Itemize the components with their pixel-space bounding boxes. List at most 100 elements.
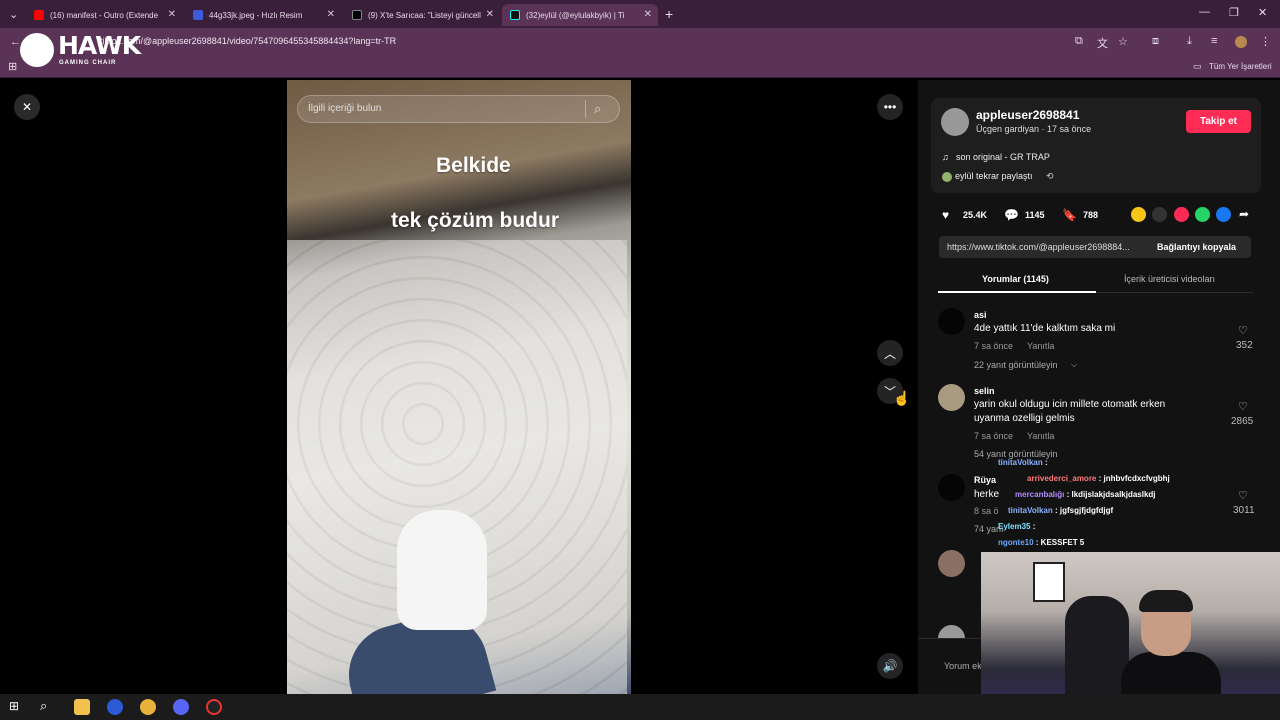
image-icon: [193, 10, 203, 20]
save-count: 788: [1083, 210, 1099, 220]
tab-image[interactable]: 44g33jk.jpeg - Hızlı Resim ✕: [185, 4, 341, 26]
video-caption-line1: Belkide: [436, 154, 511, 177]
chat-user: tinitaVolkan: [998, 458, 1043, 467]
coin-share-icon[interactable]: [1131, 207, 1146, 222]
minimize-icon[interactable]: —: [1199, 6, 1210, 18]
comment-time: 7 sa önce: [974, 341, 1014, 351]
search-icon[interactable]: ⌕: [594, 101, 601, 117]
comment-text: yarin okul oldugu icin millete otomatk e…: [974, 399, 1166, 410]
chat-text: : jnhbvfcdxcfvgbhj: [1098, 474, 1170, 483]
search-divider: [585, 100, 586, 118]
comment-avatar[interactable]: [938, 384, 965, 411]
tab-label: 44g33jk.jpeg - Hızlı Resim: [209, 10, 303, 20]
tab-youtube[interactable]: (16) manifest - Outro (Extende ✕: [26, 4, 182, 26]
tiktok-icon: [510, 10, 520, 20]
comment-avatar[interactable]: [938, 474, 965, 501]
comment-like-icon[interactable]: ♡: [1238, 489, 1248, 502]
hawk-brand: HAWK: [58, 31, 141, 60]
embed-icon[interactable]: [1152, 207, 1167, 222]
chat-user: arrivederci_amore: [1027, 474, 1097, 483]
extensions-icon[interactable]: ⧈: [1152, 35, 1159, 48]
follow-button[interactable]: Takip et: [1186, 110, 1251, 133]
search-taskbar-icon[interactable]: ⌕: [40, 698, 47, 714]
new-tab-icon[interactable]: +: [665, 6, 673, 22]
previous-video-button[interactable]: ︿: [877, 340, 903, 366]
facebook-icon[interactable]: [1216, 207, 1231, 222]
like-count: 25.4K: [963, 210, 988, 220]
restore-icon[interactable]: ❐: [1229, 6, 1239, 19]
install-icon[interactable]: ⧉: [1075, 35, 1083, 48]
share-arrow-icon[interactable]: ➦: [1239, 207, 1249, 221]
tab-label: (9) X'te Sarıcaa: "Listeyi güncell: [368, 10, 481, 20]
apps-icon[interactable]: ⊞: [8, 60, 17, 73]
tab-tiktok[interactable]: (32)eylül (@eylulakbyik) | Ti ✕: [502, 4, 658, 26]
windows-start-icon[interactable]: ⊞: [9, 699, 19, 713]
whatsapp-icon[interactable]: [1195, 207, 1210, 222]
star-icon[interactable]: ☆: [1118, 35, 1128, 48]
close-tab-icon[interactable]: ✕: [168, 9, 176, 20]
chat-message: ngonte10 : KESSFET 5: [998, 538, 1084, 547]
comment-input[interactable]: Yorum ek: [944, 661, 982, 671]
comment-count: 1145: [1025, 210, 1045, 220]
comment-text: herke: [974, 489, 1000, 500]
video-caption-line2: tek çözüm budur: [391, 209, 560, 232]
music-note-icon: ♫: [942, 152, 949, 162]
download-icon[interactable]: ⤓: [1187, 35, 1192, 48]
close-tab-icon[interactable]: ✕: [486, 9, 494, 20]
chat-text: :: [1044, 458, 1048, 467]
more-options-button[interactable]: •••: [877, 94, 903, 120]
video-frame-foot: [397, 510, 487, 630]
wall-picture: [1033, 562, 1065, 602]
reply-button[interactable]: Yanıtla: [1027, 431, 1054, 441]
tab-search-icon[interactable]: ⌄: [9, 8, 18, 21]
folder-icon: ▭: [1193, 61, 1202, 71]
repost-avatar: [942, 172, 952, 182]
send-icon[interactable]: [1174, 207, 1189, 222]
close-video-button[interactable]: ✕: [14, 94, 40, 120]
comment-text: 4de yattık 11'de kalktım saka mi: [974, 323, 1116, 334]
repost-icon: ⟲: [1046, 171, 1054, 181]
view-replies[interactable]: 22 yanıt görüntüleyin: [974, 360, 1058, 370]
tab-creator-videos[interactable]: İçerik üreticisi videoları: [1124, 274, 1215, 284]
comment-avatar[interactable]: [938, 308, 965, 335]
chrome-icon[interactable]: [140, 699, 156, 715]
media-icon[interactable]: ≡: [1211, 35, 1217, 47]
active-tab-indicator: [938, 291, 1096, 293]
bookmark-icon[interactable]: 🔖: [1062, 208, 1077, 222]
chat-user: Eylem35: [998, 522, 1031, 531]
translate-icon[interactable]: 文: [1097, 35, 1108, 51]
comment-icon[interactable]: 💬: [1004, 208, 1019, 222]
app-icon[interactable]: [107, 699, 123, 715]
chat-user: ngonte10: [998, 538, 1034, 547]
comment-avatar[interactable]: [938, 550, 965, 577]
close-tab-icon[interactable]: ✕: [327, 9, 335, 20]
reply-button[interactable]: Yanıtla: [1027, 341, 1054, 351]
comment-like-icon[interactable]: ♡: [1238, 324, 1248, 337]
comment-user[interactable]: Rüya: [974, 475, 996, 485]
obs-icon[interactable]: [206, 699, 222, 715]
profile-avatar[interactable]: [1235, 36, 1247, 48]
related-search-input[interactable]: İlgili içeriği bulun: [308, 103, 381, 114]
close-window-icon[interactable]: ✕: [1258, 6, 1267, 19]
comment-user[interactable]: asi: [974, 310, 987, 320]
chat-message: Eylem35 :: [998, 522, 1035, 531]
author-username[interactable]: appleuser2698841: [976, 108, 1079, 122]
sound-name[interactable]: son original - GR TRAP: [956, 152, 1050, 162]
tab-x[interactable]: (9) X'te Sarıcaa: "Listeyi güncell ✕: [344, 4, 500, 26]
menu-icon[interactable]: ⋮: [1260, 35, 1271, 48]
bookmarks-bar: [0, 56, 1280, 78]
volume-button[interactable]: 🔊: [877, 653, 903, 679]
like-icon[interactable]: ♥: [942, 208, 949, 222]
close-tab-icon[interactable]: ✕: [644, 9, 652, 20]
author-avatar[interactable]: [941, 108, 969, 136]
file-explorer-icon[interactable]: [74, 699, 90, 715]
tab-comments[interactable]: Yorumlar (1145): [982, 274, 1049, 284]
address-bar[interactable]: tiktok.com/@appleuser2698841/video/75470…: [100, 36, 396, 46]
chat-message: mercanbalığı : lkdijslakjdsalkjdaslkdj: [1015, 490, 1156, 499]
comment-like-icon[interactable]: ♡: [1238, 400, 1248, 413]
discord-icon[interactable]: [173, 699, 189, 715]
all-bookmarks[interactable]: Tüm Yer İşaretleri: [1209, 62, 1272, 71]
comment-user[interactable]: selin: [974, 386, 995, 396]
video-link: https://www.tiktok.com/@appleuser2698884…: [947, 242, 1130, 252]
copy-link-button[interactable]: Bağlantıyı kopyala: [1157, 242, 1236, 252]
